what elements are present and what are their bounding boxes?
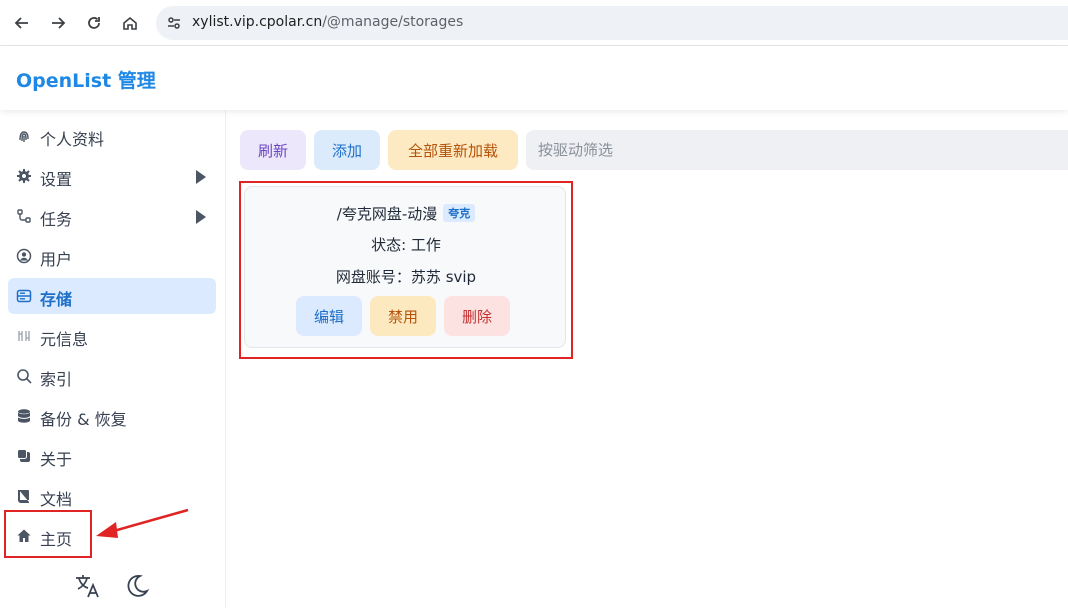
storage-status: 状态: 工作 <box>371 236 441 254</box>
forward-button[interactable] <box>45 10 71 36</box>
annotation-arrow-icon <box>96 508 189 538</box>
url-host: xylist.vip.cpolar.cn <box>192 14 323 30</box>
storage-card: /夸克网盘-动漫 夸克 状态: 工作 网盘账号：苏苏 svip 编辑 禁用 删除 <box>244 186 566 348</box>
highlight-box <box>4 510 92 558</box>
sidebar-item-label: 元信息 <box>40 330 89 349</box>
arrow-left-icon <box>14 17 28 29</box>
url-text: xylist.vip.cpolar.cn/@manage/storages <box>192 14 463 30</box>
sidebar-item-tasks[interactable]: 任务 <box>8 198 216 234</box>
sidebar-item-label: 用户 <box>40 250 73 269</box>
user-circle-icon <box>16 248 32 264</box>
sidebar-item-label: 个人资料 <box>40 130 105 149</box>
sidebar-item-users[interactable]: 用户 <box>8 238 216 274</box>
fingerprint-icon <box>16 128 32 144</box>
storage-icon <box>16 288 32 304</box>
sidebar-item-label: 索引 <box>40 370 73 389</box>
refresh-button[interactable]: 刷新 <box>240 130 306 170</box>
app-title[interactable]: OpenList 管理 <box>16 66 156 93</box>
sidebar-item-settings[interactable]: 设置 <box>8 158 216 194</box>
sidebar-item-index[interactable]: 索引 <box>8 358 216 394</box>
meta-icon <box>16 328 32 344</box>
url-path: /@manage/storages <box>322 14 464 30</box>
reload-all-button[interactable]: 全部重新加载 <box>388 130 518 170</box>
storage-mount-path: /夸克网盘-动漫 <box>336 205 438 223</box>
chevron-right-icon[interactable] <box>196 170 206 184</box>
chevron-right-icon[interactable] <box>196 210 206 224</box>
reload-icon <box>88 17 100 29</box>
sidebar-item-label: 文档 <box>40 490 73 509</box>
home-button[interactable] <box>117 10 143 36</box>
sidebar-item-storage[interactable]: 存储 <box>8 278 216 314</box>
search-icon <box>16 368 32 384</box>
home-outline-icon <box>123 16 137 30</box>
copy-icon <box>16 448 32 464</box>
disable-button[interactable]: 禁用 <box>370 296 436 336</box>
workflow-icon <box>16 208 32 224</box>
sidebar-item-backup[interactable]: 备份 & 恢复 <box>8 398 216 434</box>
storage-account: 网盘账号：苏苏 svip <box>335 268 477 286</box>
delete-button[interactable]: 删除 <box>444 296 510 336</box>
edit-button[interactable]: 编辑 <box>296 296 362 336</box>
translate-icon[interactable] <box>74 572 102 600</box>
database-icon <box>16 408 32 424</box>
back-button[interactable] <box>9 10 35 36</box>
sidebar-item-label: 备份 & 恢复 <box>40 410 127 429</box>
sidebar-item-label: 存储 <box>40 290 73 309</box>
driver-badge: 夸克 <box>443 204 476 222</box>
sidebar-item-meta[interactable]: 元信息 <box>8 318 216 354</box>
driver-filter-input[interactable] <box>526 130 1068 170</box>
sidebar-item-profile[interactable]: 个人资料 <box>8 118 216 154</box>
address-bar[interactable]: xylist.vip.cpolar.cn/@manage/storages <box>156 6 1068 40</box>
storage-title-row: /夸克网盘-动漫 夸克 <box>245 203 567 224</box>
app-header: OpenList 管理 <box>0 46 1068 110</box>
book-icon <box>16 488 32 504</box>
sidebar-item-about[interactable]: 关于 <box>8 438 216 474</box>
gear-icon <box>16 168 32 184</box>
moon-icon[interactable] <box>122 572 150 600</box>
browser-toolbar: xylist.vip.cpolar.cn/@manage/storages <box>0 0 1068 46</box>
arrow-right-icon <box>52 17 66 29</box>
sidebar-footer <box>74 570 154 602</box>
add-button[interactable]: 添加 <box>314 130 380 170</box>
site-settings-icon[interactable] <box>166 15 182 31</box>
sidebar-item-label: 设置 <box>40 170 73 189</box>
sidebar-item-label: 关于 <box>40 450 73 469</box>
reload-button[interactable] <box>81 10 107 36</box>
sidebar-item-label: 任务 <box>40 210 73 229</box>
